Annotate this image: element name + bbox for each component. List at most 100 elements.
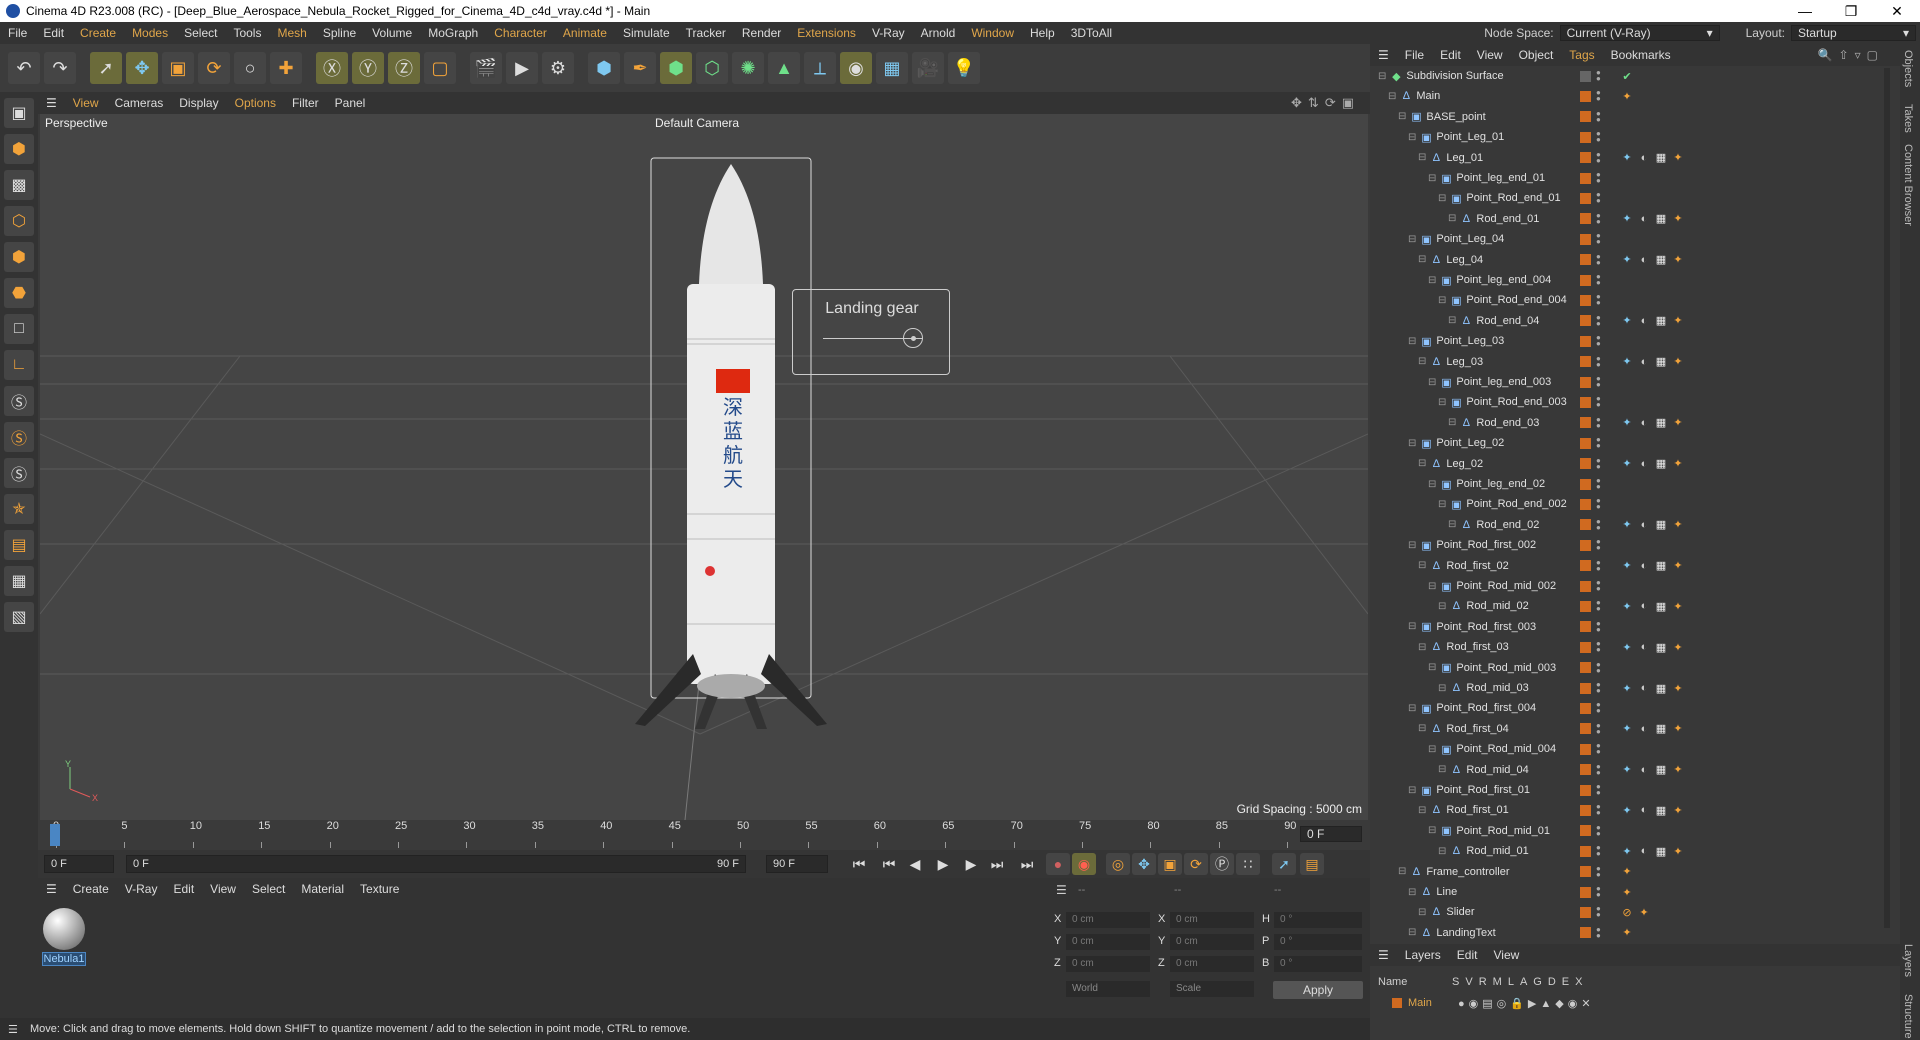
object-name[interactable]: Point_Rod_end_01 — [1466, 192, 1560, 204]
visibility-dots-icon[interactable]: ● ● — [1596, 293, 1601, 307]
layer-color-tag[interactable] — [1580, 376, 1591, 388]
object-name[interactable]: Rod_end_04 — [1476, 315, 1539, 327]
layer-color-tag[interactable] — [1580, 600, 1591, 612]
rig-tag-icon[interactable]: ✦ — [1671, 844, 1685, 858]
layer-color-tag[interactable] — [1580, 192, 1591, 204]
material-menu-view[interactable]: View — [202, 882, 244, 896]
layer-menu-layers[interactable]: Layers — [1397, 948, 1449, 962]
expand-toggle-icon[interactable]: ⊟ — [1438, 601, 1446, 612]
object-row[interactable]: ⊟ ∆ Slider ● ● ⊘ ✦ — [1370, 902, 1890, 922]
texture-tag-icon[interactable]: ▦ — [1654, 253, 1668, 267]
visibility-dots-icon[interactable]: ● ● — [1596, 885, 1601, 899]
layer-name[interactable]: Main — [1408, 997, 1452, 1009]
ik-tag-icon[interactable]: ✦ — [1620, 559, 1634, 573]
close-button[interactable]: ✕ — [1874, 0, 1920, 22]
layer-color-tag[interactable] — [1580, 580, 1591, 592]
viewport-menu-filter[interactable]: Filter — [284, 96, 327, 110]
expand-toggle-icon[interactable]: ⊟ — [1418, 723, 1426, 734]
visibility-dots-icon[interactable]: ● ● — [1596, 660, 1601, 674]
perspective-viewport[interactable]: Perspective Default Camera 深 蓝 航 天 Landi… — [40, 114, 1368, 820]
layer-color-tag[interactable] — [1580, 274, 1591, 286]
texture-tag-icon[interactable]: ▦ — [1654, 314, 1668, 328]
material-tag-icon[interactable]: ◐ — [1637, 844, 1651, 858]
camera-icon[interactable]: 🎥 — [912, 52, 944, 84]
object-menu-view[interactable]: View — [1469, 48, 1511, 62]
object-scrollbar[interactable] — [1884, 68, 1890, 928]
object-row[interactable]: ⊟ ∆ Line ● ● ✦ — [1370, 882, 1890, 902]
expand-toggle-icon[interactable]: ⊟ — [1428, 744, 1436, 755]
ik-tag-icon[interactable]: ✦ — [1620, 844, 1634, 858]
visibility-dots-icon[interactable]: ● ● — [1596, 599, 1601, 613]
rig-tag-icon[interactable]: ✦ — [1620, 926, 1634, 940]
texture-tag-icon[interactable]: ▦ — [1654, 844, 1668, 858]
layer-color-tag[interactable] — [1580, 682, 1591, 694]
object-row[interactable]: ⊟ ∆ Rod_mid_02 ● ● ✦ ◐ ▦ ✦ — [1370, 596, 1890, 616]
material-tag-icon[interactable]: ◐ — [1637, 212, 1651, 226]
rig-tag-icon[interactable]: ✦ — [1671, 416, 1685, 430]
object-manager-tool-icons[interactable]: 🔍⇧▿▢ — [1818, 48, 1884, 62]
menu-animate[interactable]: Animate — [555, 26, 615, 40]
visibility-dots-icon[interactable]: ● ● — [1596, 579, 1601, 593]
object-name[interactable]: Slider — [1446, 906, 1474, 918]
object-name[interactable]: Main — [1416, 90, 1440, 102]
points-mode-icon[interactable]: ⬡ — [4, 206, 34, 236]
timeline-ruler[interactable]: 051015202530354045505560657075808590 0 F — [38, 820, 1370, 850]
object-name[interactable]: LandingText — [1436, 927, 1495, 939]
object-name[interactable]: Point_Rod_first_002 — [1436, 539, 1536, 551]
rotation-h-field[interactable]: 0 ° — [1274, 912, 1362, 928]
ik-tag-icon[interactable]: ✦ — [1620, 803, 1634, 817]
material-menu-material[interactable]: Material — [293, 882, 352, 896]
expand-toggle-icon[interactable]: ⊟ — [1438, 499, 1446, 510]
rig-tag-icon[interactable]: ✦ — [1671, 212, 1685, 226]
object-name[interactable]: Rod_end_01 — [1476, 213, 1539, 225]
material-name[interactable]: Nebula1 — [42, 952, 86, 966]
rig-tag-icon[interactable]: ✦ — [1637, 905, 1651, 919]
model-mode-icon[interactable]: ⬢ — [4, 134, 34, 164]
layer-color-tag[interactable] — [1580, 845, 1591, 857]
object-row[interactable]: ⊟ ▣ Point_Rod_first_002 ● ● — [1370, 535, 1890, 555]
ik-tag-icon[interactable]: ✦ — [1620, 416, 1634, 430]
material-tag-icon[interactable]: ◐ — [1637, 599, 1651, 613]
menu-tools[interactable]: Tools — [225, 26, 269, 40]
next-frame-icon[interactable]: ▶ — [962, 855, 980, 873]
visibility-dots-icon[interactable]: ● ● — [1596, 191, 1601, 205]
rig-tag-icon[interactable]: ✦ — [1671, 681, 1685, 695]
object-menu-object[interactable]: Object — [1511, 48, 1562, 62]
layer-menu-edit[interactable]: Edit — [1449, 948, 1486, 962]
expand-toggle-icon[interactable]: ⊟ — [1418, 560, 1426, 571]
visibility-dots-icon[interactable]: ● ● — [1596, 925, 1601, 939]
object-name[interactable]: Rod_mid_02 — [1466, 600, 1528, 612]
menu-extensions[interactable]: Extensions — [789, 26, 864, 40]
expand-toggle-icon[interactable]: ⊟ — [1408, 132, 1416, 143]
expand-toggle-icon[interactable]: ⊟ — [1408, 927, 1416, 938]
axis-mode-icon[interactable]: ∟ — [4, 350, 34, 380]
side-tab-layers[interactable]: Layers — [1902, 944, 1914, 977]
material-tag-icon[interactable]: ◐ — [1637, 355, 1651, 369]
select-arrow-icon[interactable]: ➚ — [90, 52, 122, 84]
visibility-dots-icon[interactable]: ● ● — [1596, 640, 1601, 654]
layer-column-header[interactable]: G — [1533, 976, 1542, 988]
visibility-dots-icon[interactable]: ● ● — [1596, 905, 1601, 919]
pen-spline-icon[interactable]: ✒ — [624, 52, 656, 84]
visibility-dots-icon[interactable]: ● ● — [1596, 415, 1601, 429]
visibility-dots-icon[interactable]: ● ● — [1596, 375, 1601, 389]
texture-tag-icon[interactable]: ▦ — [1654, 559, 1668, 573]
object-row[interactable]: ⊟ ▣ Point_Rod_first_003 ● ● — [1370, 617, 1890, 637]
layer-color-tag[interactable] — [1580, 702, 1591, 714]
layer-column-header[interactable]: L — [1508, 976, 1514, 988]
play-icon[interactable]: ▶ — [934, 855, 952, 873]
layer-color-tag[interactable] — [1580, 152, 1591, 164]
ik-tag-icon[interactable]: ✦ — [1620, 457, 1634, 471]
layer-color-tag[interactable] — [1580, 641, 1591, 653]
visibility-dots-icon[interactable]: ● ● — [1596, 558, 1601, 572]
visibility-dots-icon[interactable]: ● ● — [1596, 701, 1601, 715]
layer-color-tag[interactable] — [1580, 662, 1591, 674]
texture-tag-icon[interactable]: ▦ — [1654, 518, 1668, 532]
rig-tag-icon[interactable]: ✦ — [1620, 89, 1634, 103]
ik-tag-icon[interactable]: ✦ — [1620, 763, 1634, 777]
object-name[interactable]: Point_leg_end_004 — [1456, 274, 1551, 286]
expand-toggle-icon[interactable]: ⊟ — [1398, 866, 1406, 877]
object-name[interactable]: Frame_controller — [1426, 866, 1509, 878]
layer-color-tag[interactable] — [1580, 478, 1591, 490]
object-row[interactable]: ⊟ ∆ Rod_end_04 ● ● ✦ ◐ ▦ ✦ — [1370, 311, 1890, 331]
